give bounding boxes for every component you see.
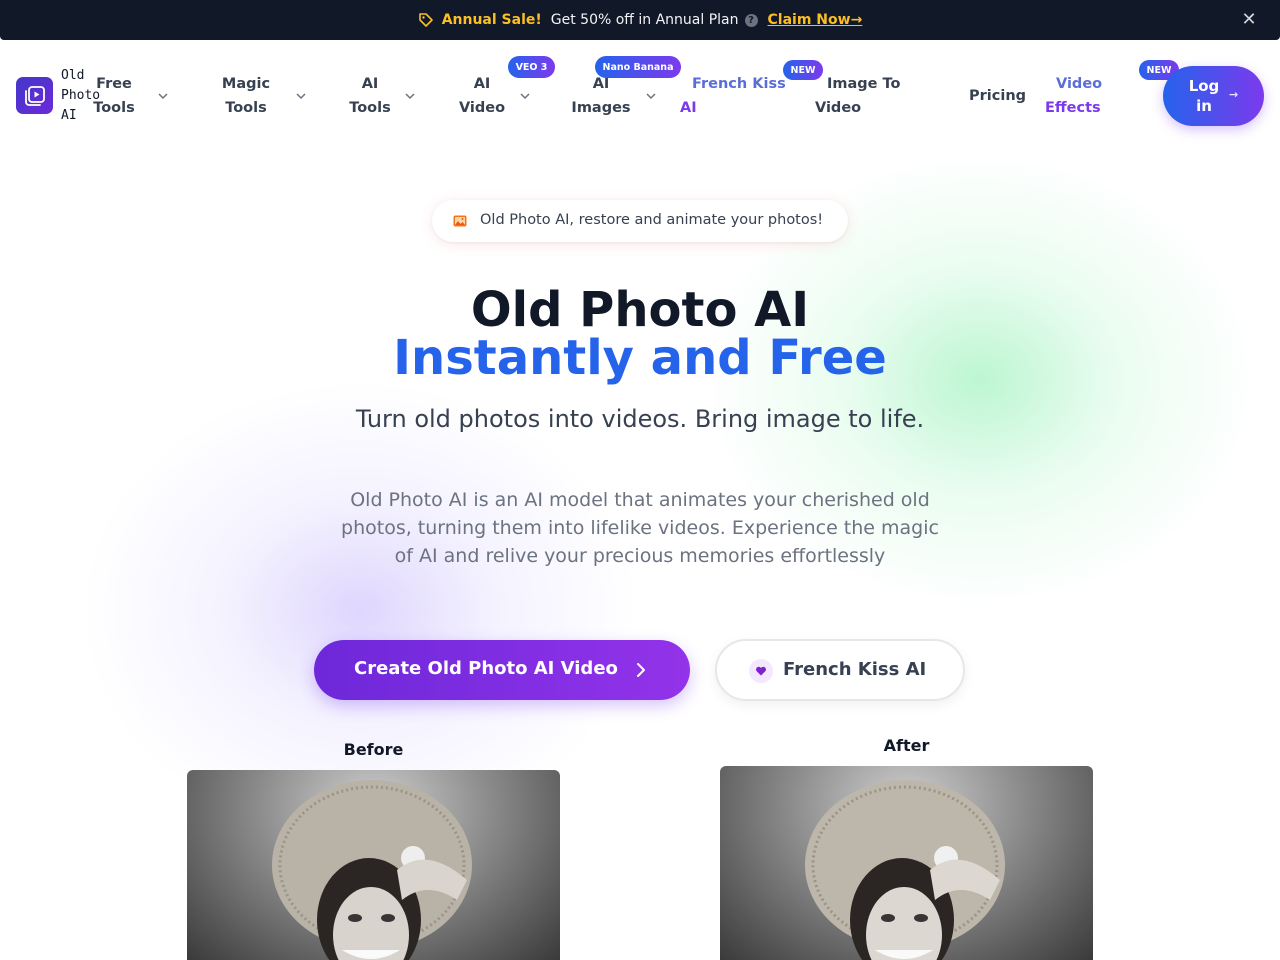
- login-label: Log in: [1187, 76, 1221, 116]
- nav-video-effects[interactable]: Video Effects: [1045, 72, 1105, 120]
- nav-label: AI: [473, 76, 491, 92]
- nav-ai-tools[interactable]: AI Tools: [346, 72, 394, 120]
- nav-label: Video: [458, 100, 506, 116]
- portrait-illustration: [272, 780, 472, 960]
- chevron-down-icon[interactable]: [404, 90, 416, 102]
- login-button[interactable]: Log in →: [1163, 66, 1264, 126]
- nav-label: AI: [680, 100, 697, 116]
- hero-pill-text: Old Photo AI, restore and animate your p…: [480, 212, 824, 228]
- nav-label: Free: [96, 76, 132, 92]
- offer-text: Get 50% off in Annual Plan: [550, 12, 739, 28]
- help-circle-icon[interactable]: ?: [744, 13, 758, 27]
- portrait-illustration: [805, 780, 1005, 960]
- nav-magic-tools[interactable]: Magic Tools: [220, 72, 272, 120]
- play-frame-icon: [24, 85, 45, 106]
- claim-arrow-icon: →: [850, 12, 863, 28]
- arrow-right-icon: →: [1229, 88, 1239, 101]
- chevron-down-icon[interactable]: [295, 90, 307, 102]
- nav-label: AI: [361, 76, 379, 92]
- before-photo: [187, 770, 560, 960]
- nav-label: Image To: [827, 76, 901, 92]
- claim-now-label: Claim Now: [767, 12, 851, 28]
- create-video-label: Create Old Photo AI Video: [354, 658, 618, 679]
- veo3-badge: VEO 3: [508, 56, 555, 78]
- nav-label: Video: [1056, 76, 1103, 92]
- tag-icon: [418, 13, 433, 27]
- announcement-bar: Annual Sale! Get 50% off in Annual Plan …: [0, 0, 1280, 40]
- login-label-line: in: [1196, 97, 1212, 115]
- hero-title-line2: Instantly and Free: [393, 330, 887, 386]
- nav-french-kiss-ai[interactable]: French Kiss AI: [680, 72, 790, 120]
- hero-subtitle: Turn old photos into videos. Bring image…: [355, 405, 925, 433]
- hero-pill: Old Photo AI, restore and animate your p…: [432, 200, 848, 242]
- logo[interactable]: [16, 77, 53, 114]
- nav-ai-video[interactable]: AI Video: [456, 72, 508, 120]
- nav-image-to-video[interactable]: Image To Video: [815, 72, 915, 120]
- heart-icon: [749, 659, 773, 683]
- chevron-down-icon[interactable]: [519, 90, 531, 102]
- french-kiss-label: French Kiss AI: [783, 659, 927, 680]
- after-photo: [720, 766, 1093, 960]
- nav-label: Effects: [1045, 100, 1101, 116]
- create-video-button[interactable]: Create Old Photo AI Video: [314, 640, 690, 700]
- close-icon[interactable]: ✕: [1240, 11, 1258, 29]
- nav-ai-images[interactable]: AI Images: [570, 72, 632, 120]
- chevron-right-icon: [637, 663, 645, 677]
- after-label: After: [883, 736, 930, 755]
- chevron-down-icon[interactable]: [157, 90, 169, 102]
- nav-label: Magic: [221, 76, 271, 92]
- hero-description: Old Photo AI is an AI model that animate…: [341, 489, 939, 567]
- before-label: Before: [343, 740, 404, 759]
- sale-label: Annual Sale!: [441, 12, 542, 28]
- nav-label: Tools: [349, 100, 391, 116]
- claim-now-link[interactable]: Claim Now→: [768, 12, 863, 28]
- french-kiss-button[interactable]: French Kiss AI: [715, 639, 965, 701]
- nav-label: Images: [571, 100, 631, 116]
- nav-label: French Kiss: [692, 76, 786, 92]
- main-nav: Old Photo AI Free Tools Magic Tools AI T…: [0, 40, 1280, 150]
- nano-banana-badge: Nano Banana: [595, 56, 681, 78]
- login-label-line: Log: [1188, 77, 1220, 95]
- nav-pricing[interactable]: Pricing: [969, 84, 1026, 108]
- nav-label: Tools: [93, 100, 135, 116]
- nav-label: Tools: [225, 100, 267, 116]
- nav-free-tools[interactable]: Free Tools: [93, 72, 135, 120]
- nav-label: Video: [815, 100, 862, 116]
- chevron-down-icon[interactable]: [645, 90, 657, 102]
- image-icon: [453, 215, 467, 227]
